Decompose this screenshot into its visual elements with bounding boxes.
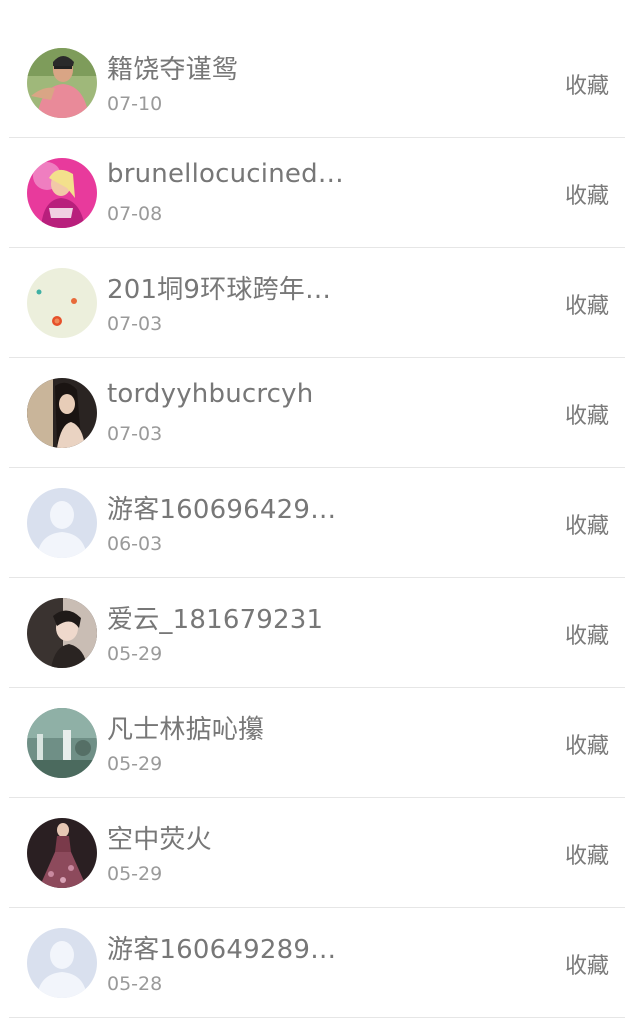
user-name: tordyyhbucrcyh bbox=[107, 379, 314, 409]
date-label: 07-03 bbox=[107, 423, 163, 445]
user-photo-icon bbox=[27, 598, 97, 668]
date-label: 07-10 bbox=[107, 93, 163, 115]
user-name: 籍饶夺谨鸳 bbox=[107, 55, 239, 85]
user-name: 游客160649289… bbox=[107, 935, 337, 965]
user-photo-icon bbox=[27, 268, 97, 338]
avatar[interactable] bbox=[27, 928, 97, 998]
date-label: 05-29 bbox=[107, 643, 163, 665]
avatar[interactable] bbox=[27, 488, 97, 558]
default-avatar-icon bbox=[27, 928, 97, 998]
list-item[interactable]: 游客160649289… 05-28 收藏 bbox=[9, 908, 625, 1018]
avatar[interactable] bbox=[27, 268, 97, 338]
user-photo-icon bbox=[27, 48, 97, 118]
favorites-list: 籍饶夺谨鸳 07-10 收藏 brunellocucined… 07-08 收藏 bbox=[0, 0, 640, 1022]
list-item[interactable]: 籍饶夺谨鸳 07-10 收藏 bbox=[9, 28, 625, 138]
user-name: 201垌9环球跨年… bbox=[107, 275, 332, 305]
date-label: 05-28 bbox=[107, 973, 163, 995]
favorite-button[interactable]: 收藏 bbox=[565, 618, 609, 650]
date-label: 05-29 bbox=[107, 753, 163, 775]
default-avatar-icon bbox=[27, 488, 97, 558]
list-item[interactable]: 201垌9环球跨年… 07-03 收藏 bbox=[9, 248, 625, 358]
list-item[interactable]: 凡士林掂吣攥 05-29 收藏 bbox=[9, 688, 625, 798]
user-photo-icon bbox=[27, 378, 97, 448]
user-name: 凡士林掂吣攥 bbox=[107, 715, 265, 745]
user-name: 爱云_181679231 bbox=[107, 605, 324, 635]
favorite-button[interactable]: 收藏 bbox=[565, 178, 609, 210]
user-photo-icon bbox=[27, 708, 97, 778]
list-item[interactable]: 空中荧火 05-29 收藏 bbox=[9, 798, 625, 908]
date-label: 07-03 bbox=[107, 313, 163, 335]
avatar[interactable] bbox=[27, 158, 97, 228]
favorite-button[interactable]: 收藏 bbox=[565, 838, 609, 870]
favorite-button[interactable]: 收藏 bbox=[565, 948, 609, 980]
favorite-button[interactable]: 收藏 bbox=[565, 728, 609, 760]
avatar[interactable] bbox=[27, 378, 97, 448]
user-photo-icon bbox=[27, 818, 97, 888]
date-label: 06-03 bbox=[107, 533, 163, 555]
favorite-button[interactable]: 收藏 bbox=[565, 288, 609, 320]
user-photo-icon bbox=[27, 158, 97, 228]
user-name: 游客160696429… bbox=[107, 495, 337, 525]
favorite-button[interactable]: 收藏 bbox=[565, 398, 609, 430]
avatar[interactable] bbox=[27, 818, 97, 888]
favorite-button[interactable]: 收藏 bbox=[565, 68, 609, 100]
favorite-button[interactable]: 收藏 bbox=[565, 508, 609, 540]
list-item[interactable]: 游客160696429… 06-03 收藏 bbox=[9, 468, 625, 578]
list-item[interactable]: 爱云_181679231 05-29 收藏 bbox=[9, 578, 625, 688]
user-name: brunellocucined… bbox=[107, 159, 344, 189]
avatar[interactable] bbox=[27, 48, 97, 118]
list-item[interactable]: tordyyhbucrcyh 07-03 收藏 bbox=[9, 358, 625, 468]
avatar[interactable] bbox=[27, 708, 97, 778]
user-name: 空中荧火 bbox=[107, 825, 212, 855]
list-item[interactable]: brunellocucined… 07-08 收藏 bbox=[9, 138, 625, 248]
date-label: 07-08 bbox=[107, 203, 163, 225]
date-label: 05-29 bbox=[107, 863, 163, 885]
avatar[interactable] bbox=[27, 598, 97, 668]
